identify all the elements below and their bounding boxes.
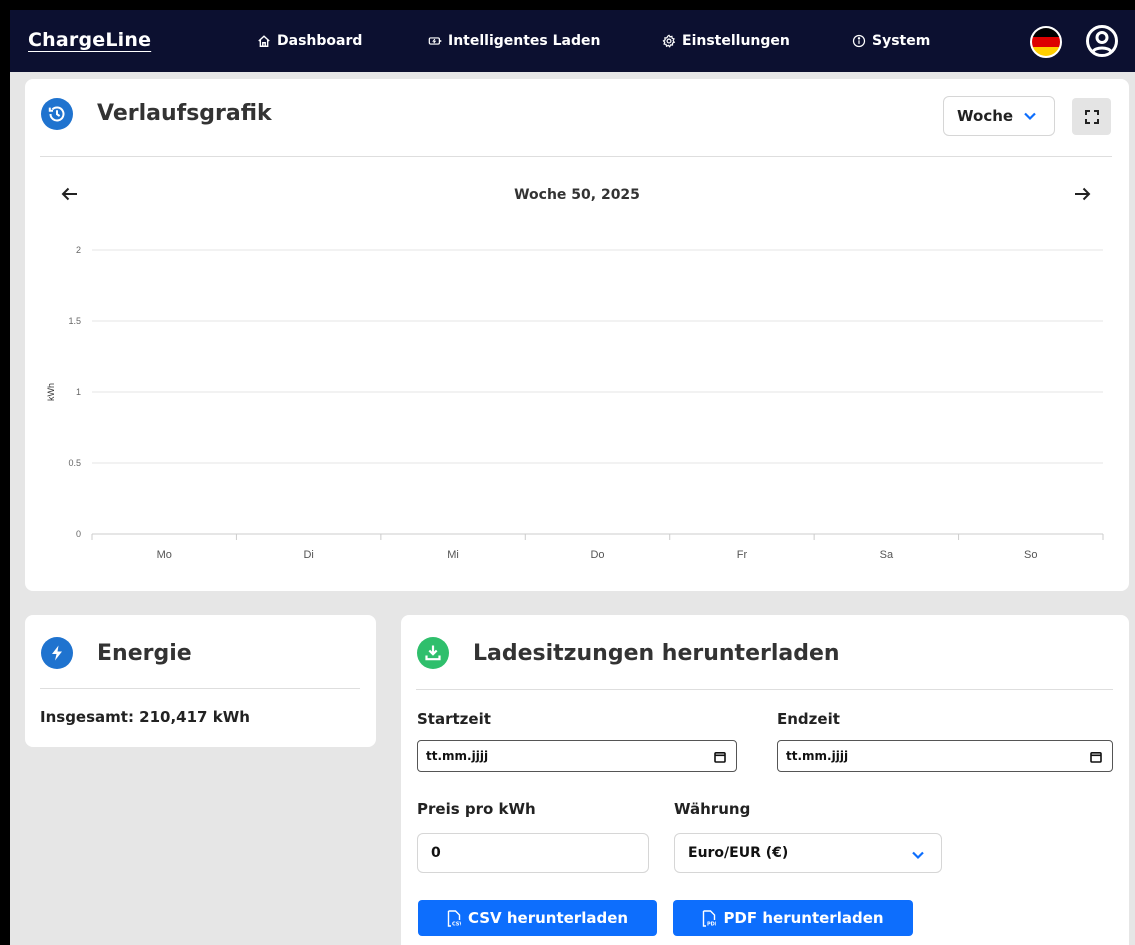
history-divider bbox=[40, 156, 1112, 157]
price-input[interactable]: 0 bbox=[417, 833, 649, 873]
gear-icon bbox=[662, 34, 676, 48]
x-tick-label: Do bbox=[590, 549, 604, 561]
start-date-input[interactable]: tt.mm.jjjj bbox=[417, 740, 737, 772]
energy-total: Insgesamt: 210,417 kWh bbox=[40, 708, 250, 726]
y-axis-label: kWh bbox=[46, 383, 56, 401]
energy-divider bbox=[40, 688, 360, 689]
history-chart: 0 0.5 1 1.5 2 kWh Mo Di Mi Do Fr Sa So bbox=[46, 245, 1104, 561]
svg-text:CSV: CSV bbox=[452, 921, 461, 927]
info-icon bbox=[852, 34, 866, 48]
expand-icon bbox=[1084, 109, 1099, 124]
energy-title: Energie bbox=[97, 641, 192, 666]
y-tick-label: 0.5 bbox=[68, 458, 81, 468]
range-select-value: Woche bbox=[957, 107, 1014, 125]
bolt-icon bbox=[41, 637, 73, 669]
end-date-value: tt.mm.jjjj bbox=[786, 749, 849, 763]
download-title: Ladesitzungen herunterladen bbox=[473, 641, 840, 666]
user-circle-icon[interactable] bbox=[1085, 24, 1119, 58]
week-label: Woche 50, 2025 bbox=[514, 187, 640, 203]
y-tick-label: 1.5 bbox=[68, 316, 81, 326]
history-icon bbox=[41, 98, 73, 130]
csv-download-label: CSV herunterladen bbox=[467, 909, 629, 927]
y-tick-label: 2 bbox=[76, 245, 81, 255]
x-tick-label: Fr bbox=[737, 549, 748, 561]
germany-flag-icon[interactable] bbox=[1030, 26, 1062, 58]
nav-dashboard-label: Dashboard bbox=[277, 33, 363, 49]
pdf-download-button[interactable]: PDF PDF herunterladen bbox=[673, 900, 913, 936]
home-icon bbox=[258, 35, 270, 47]
nav-dashboard[interactable]: Dashboard bbox=[257, 33, 362, 49]
nav-settings-label: Einstellungen bbox=[682, 33, 790, 49]
fullscreen-button[interactable] bbox=[1072, 98, 1111, 135]
svg-text:PDF: PDF bbox=[707, 921, 716, 927]
calendar-icon[interactable] bbox=[714, 751, 726, 763]
chevron-down-icon bbox=[912, 851, 924, 860]
brand-logo[interactable]: ChargeLine bbox=[28, 29, 151, 51]
x-tick-label: Mo bbox=[157, 549, 172, 561]
next-week-arrow-icon[interactable] bbox=[1071, 183, 1093, 205]
pdf-download-label: PDF herunterladen bbox=[723, 909, 884, 927]
nav-system[interactable]: System bbox=[852, 33, 930, 49]
download-icon bbox=[417, 637, 449, 669]
start-time-label: Startzeit bbox=[417, 710, 491, 728]
history-title: Verlaufsgrafik bbox=[97, 101, 272, 126]
x-tick-label: Di bbox=[303, 549, 313, 561]
download-card: Ladesitzungen herunterladen Startzeit tt… bbox=[401, 615, 1129, 945]
currency-select[interactable]: Euro/EUR (€) bbox=[674, 833, 942, 873]
range-select[interactable]: Woche bbox=[943, 96, 1055, 136]
nav-settings[interactable]: Einstellungen bbox=[662, 33, 790, 49]
currency-label: Währung bbox=[674, 800, 751, 818]
y-tick-label: 0 bbox=[76, 529, 81, 539]
energy-card: Energie Insgesamt: 210,417 kWh bbox=[25, 615, 376, 747]
chevron-down-icon bbox=[1024, 112, 1036, 121]
x-tick-label: Mi bbox=[447, 549, 459, 561]
csv-file-icon: CSV bbox=[447, 909, 461, 927]
history-chart-card: Verlaufsgrafik Woche Woche 50, 2025 0 0.5… bbox=[25, 79, 1129, 591]
end-date-input[interactable]: tt.mm.jjjj bbox=[777, 740, 1113, 772]
start-date-value: tt.mm.jjjj bbox=[426, 749, 489, 763]
y-tick-label: 1 bbox=[76, 387, 81, 397]
pdf-file-icon: PDF bbox=[703, 909, 716, 927]
battery-bolt-icon bbox=[428, 37, 442, 45]
end-time-label: Endzeit bbox=[777, 710, 840, 728]
price-label: Preis pro kWh bbox=[417, 800, 536, 818]
nav-smart-charging[interactable]: Intelligentes Laden bbox=[428, 33, 601, 49]
top-navbar: ChargeLine Dashboard Intelligentes Laden… bbox=[10, 10, 1135, 72]
x-tick-label: Sa bbox=[880, 549, 894, 561]
calendar-icon[interactable] bbox=[1090, 751, 1102, 763]
csv-download-button[interactable]: CSV CSV herunterladen bbox=[418, 900, 657, 936]
currency-select-value: Euro/EUR (€) bbox=[688, 845, 789, 861]
download-divider bbox=[416, 689, 1113, 690]
app-frame: ChargeLine Dashboard Intelligentes Laden… bbox=[10, 10, 1135, 945]
x-tick-label: So bbox=[1024, 549, 1037, 561]
nav-system-label: System bbox=[872, 33, 931, 49]
nav-smart-charging-label: Intelligentes Laden bbox=[448, 33, 601, 49]
